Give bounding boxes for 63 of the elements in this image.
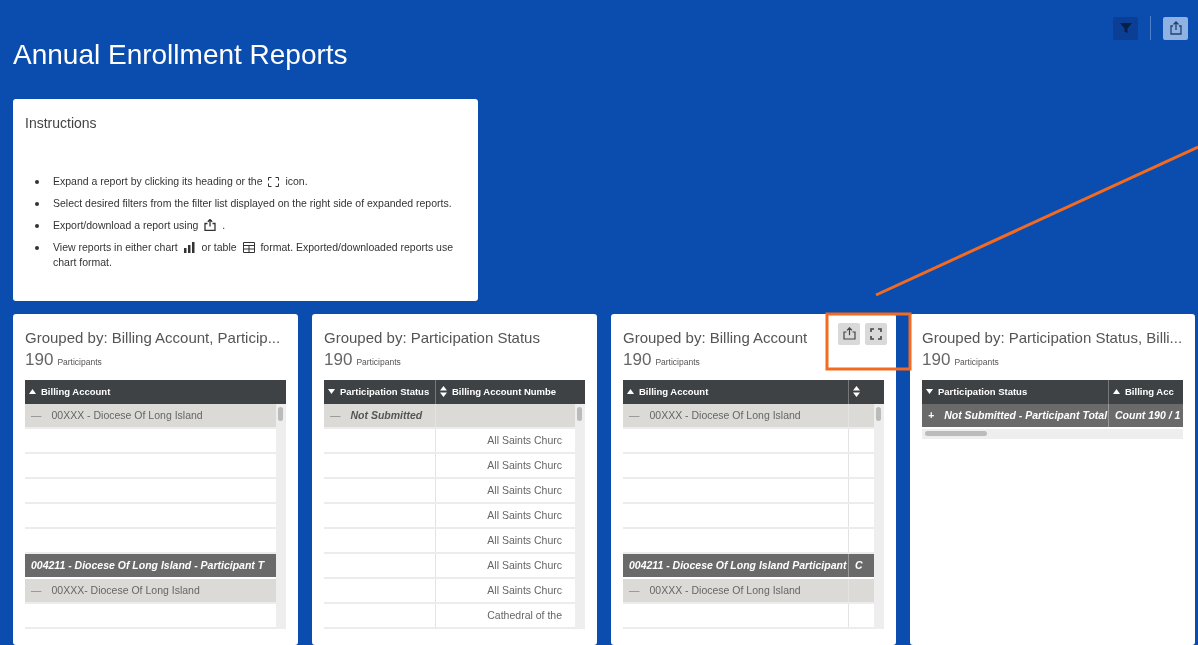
export-icon (204, 219, 217, 232)
table-cell-text: All Saints Churc (486, 457, 563, 473)
total-cell[interactable]: C (849, 554, 864, 577)
instruction-text: . (222, 219, 226, 232)
table-cell-text: All Saints Churc (486, 557, 563, 573)
instruction-text: View reports in either chart (53, 241, 178, 254)
instruction-text: format. Exported/downloaded reports use (260, 241, 454, 254)
filter-icon (1119, 22, 1132, 34)
participant-count: 190 (25, 349, 54, 370)
page-title: Annual Enrollment Reports (13, 38, 349, 72)
scrollbar[interactable] (922, 429, 1183, 439)
count-label: Participants (655, 355, 700, 369)
table-cell-text: All Saints Churc (486, 482, 563, 498)
table-cell-text: All Saints Churc (486, 507, 563, 523)
instruction-text: or table (201, 241, 237, 254)
expand-icon (268, 176, 280, 187)
count-label: Participants (356, 355, 401, 369)
participant-count: 190 (324, 349, 353, 370)
bullet (35, 179, 39, 184)
count-label: Participants (57, 355, 102, 369)
export-button[interactable] (838, 322, 860, 345)
panel-title: Instructions (25, 113, 98, 133)
report-title[interactable]: Grouped by: Billing Account (623, 328, 808, 347)
bullet (35, 224, 39, 229)
scrollbar-thumb[interactable] (925, 431, 987, 436)
bullet (35, 201, 39, 206)
table-cell-text: All Saints Churc (486, 432, 563, 448)
column-header[interactable]: Participation Status (922, 380, 1109, 404)
total-cell[interactable]: + Not Submitted - Participant Total (922, 404, 1109, 427)
scrollbar[interactable] (874, 404, 884, 629)
participant-count: 190 (623, 349, 652, 370)
scrollbar[interactable] (575, 404, 585, 629)
participant-count: 190 (922, 349, 951, 370)
instruction-text: icon. (285, 174, 308, 187)
instruction-text: Expand a report by clicking its heading or the (53, 174, 263, 187)
export-icon (842, 327, 856, 341)
column-header[interactable]: Billing Acc (1109, 380, 1183, 404)
filter-button[interactable] (1113, 16, 1138, 40)
report-title[interactable]: Grouped by: Billing Account, Particip... (25, 328, 281, 347)
export-button[interactable] (1163, 16, 1188, 40)
export-icon (1168, 21, 1183, 35)
expand-button[interactable] (865, 322, 887, 345)
bullet (35, 246, 39, 251)
bar-chart-icon (183, 242, 196, 254)
table-cell-text: All Saints Churc (486, 532, 563, 548)
count-label: Participants (954, 355, 999, 369)
instruction-text: chart format. (53, 256, 112, 269)
instruction-text: Export/download a report using (53, 219, 199, 232)
total-cell[interactable]: Count 190 / 1 (1109, 404, 1183, 427)
scrollbar-thumb[interactable] (278, 407, 283, 421)
column-header[interactable]: Participation Status (324, 380, 436, 404)
table-cell-text: All Saints Churc (486, 582, 563, 598)
instruction-text: Select desired filters from the filter list displayed on the right side of expanded reports. (53, 196, 452, 209)
column-header[interactable]: Billing Account Numbe (436, 380, 575, 404)
scrollbar-thumb[interactable] (876, 407, 881, 421)
total-cell[interactable]: 004211 - Diocese Of Long Island Participant (623, 554, 849, 577)
expand-icon (870, 327, 882, 340)
report-title[interactable]: Grouped by: Participation Status, Billi... (922, 328, 1183, 347)
scrollbar[interactable] (276, 404, 286, 629)
report-title[interactable]: Grouped by: Participation Status (324, 328, 540, 347)
table-cell-text: Cathedral of the (486, 607, 563, 623)
table-icon (242, 242, 255, 254)
scrollbar-thumb[interactable] (577, 407, 582, 421)
